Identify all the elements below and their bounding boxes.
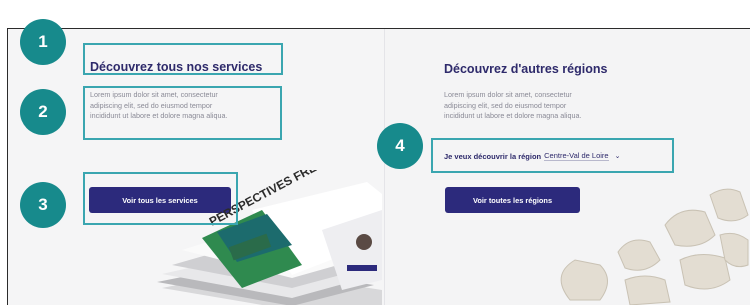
regions-title: Découvrez d'autres régions (444, 62, 608, 76)
step-marker-2: 2 (20, 89, 66, 135)
highlight-region-selector-box (431, 138, 674, 173)
regions-description: Lorem ipsum dolor sit amet, consectetur … (444, 90, 582, 120)
step-marker-1: 1 (20, 19, 66, 65)
step-marker-4: 4 (377, 123, 423, 169)
highlight-title-box (83, 43, 283, 75)
highlight-button-box (83, 172, 238, 225)
highlight-description-box (83, 86, 282, 140)
regions-map-illustration (560, 188, 749, 305)
step-marker-3: 3 (20, 182, 66, 228)
